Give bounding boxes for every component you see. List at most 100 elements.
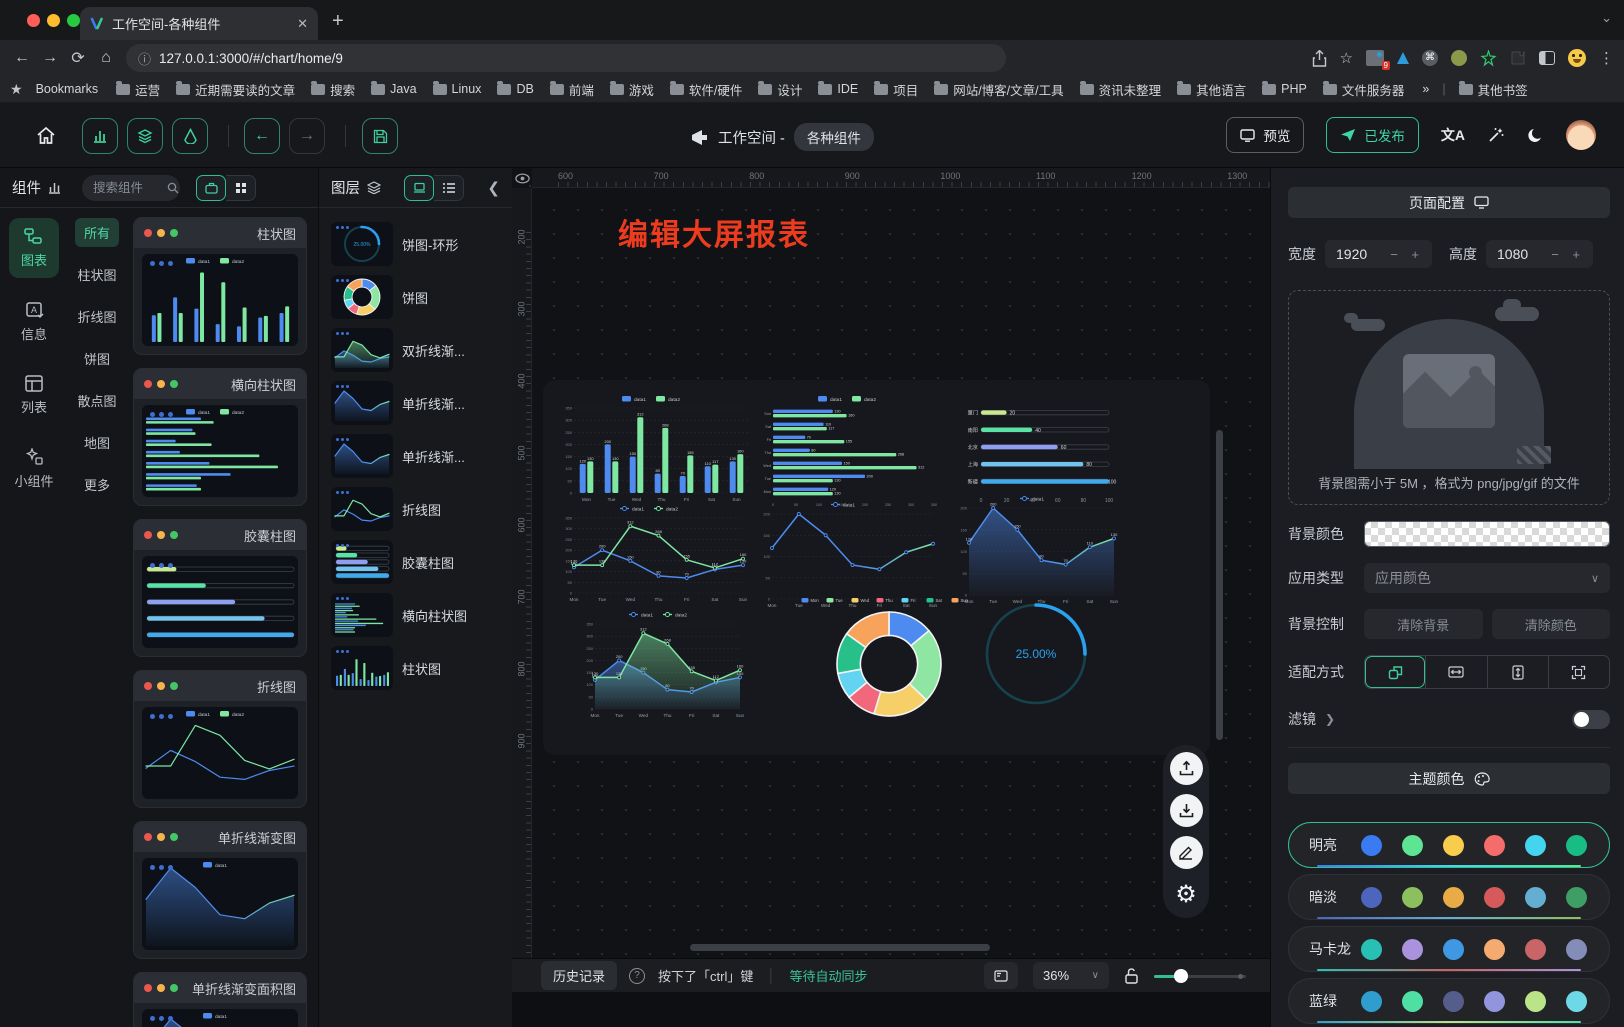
extension-green-icon[interactable] [1451,50,1467,66]
component-card[interactable]: 折线图data1data2 [134,671,306,807]
filter-item[interactable]: 柱状图 [68,260,125,289]
redo-button[interactable]: → [289,118,325,154]
theme-row-1[interactable]: 明亮 [1288,822,1610,868]
filter-item[interactable]: 地图 [75,428,119,457]
layer-item[interactable]: 25.00%饼图-环形 [331,222,504,266]
bookmark-folder[interactable]: 搜索 [304,78,362,101]
theme-color-dot[interactable] [1402,991,1423,1012]
canvas-chart-ring[interactable]: 25.00% [979,594,1093,714]
bookmark-folder[interactable]: 网站/博客/文章/工具 [927,78,1070,101]
stepper-buttons[interactable]: − + [1390,247,1424,262]
app-type-select[interactable]: 应用颜色∨ [1364,563,1610,593]
bookmark-folder[interactable]: 软件/硬件 [663,78,749,101]
extension-tabs-icon[interactable]: 9 [1366,50,1384,66]
height-input[interactable]: 1080− + [1486,240,1593,268]
chevron-right-icon[interactable]: ❯ [1325,712,1335,726]
layer-item[interactable]: 横向柱状图 [331,593,504,637]
magic-wand-icon[interactable] [1487,126,1505,144]
filter-item[interactable]: 饼图 [75,344,119,373]
save-button[interactable] [362,118,398,154]
component-card[interactable]: 横向柱状图data1data2 [134,369,306,505]
theme-row-3[interactable]: 马卡龙 [1288,926,1610,972]
zoom-select[interactable]: 36%∨ [1033,962,1109,989]
bookmark-folder[interactable]: Java [364,80,423,98]
fit-height-button[interactable] [1487,656,1548,688]
browser-tab[interactable]: 工作空间-各种组件 ✕ [80,7,318,40]
clear-background-button[interactable]: 清除背景 [1364,609,1483,639]
fit-width-button[interactable] [1425,656,1486,688]
layer-item[interactable]: 胶囊柱图 [331,540,504,584]
filter-item[interactable]: 所有 [75,218,119,247]
extension-star-icon[interactable] [1480,50,1497,67]
theme-color-dot[interactable] [1484,835,1505,856]
bg-color-picker[interactable] [1364,521,1610,547]
tab-close-icon[interactable]: ✕ [297,16,308,32]
canvas-chart-hbar[interactable]: data1data2050100150200250300350Mon120130… [758,392,946,508]
layer-item[interactable]: 饼图 [331,275,504,319]
sidebar-category-3[interactable]: 列表 [9,366,59,425]
toggle-rulers-eye-icon[interactable] [514,170,531,187]
theme-color-dot[interactable] [1566,835,1587,856]
canvas-vertical-scrollbar[interactable] [1216,430,1223,740]
window-close-button[interactable] [27,14,40,27]
theme-color-dot[interactable] [1566,887,1587,908]
upload-button[interactable] [1170,752,1203,785]
theme-color-dot[interactable] [1402,835,1423,856]
fit-scale-button[interactable] [1365,656,1425,688]
component-card[interactable]: 单折线渐变图data1 [134,822,306,958]
bookmark-folder[interactable]: 游戏 [603,78,661,101]
theme-color-dot[interactable] [1361,991,1382,1012]
filter-toggle[interactable] [1572,710,1610,729]
lock-icon[interactable] [1124,967,1139,984]
theme-row-4[interactable]: 蓝绿 [1288,978,1610,1024]
history-panel-button[interactable] [984,962,1018,989]
theme-color-dot[interactable] [1443,835,1464,856]
theme-row-2[interactable]: 暗淡 [1288,874,1610,920]
extension-cmd-icon[interactable]: ⌘ [1422,50,1438,66]
tab-search-icon[interactable]: ⌄ [1601,10,1612,26]
bookmarks-star-icon[interactable]: ★ [10,81,23,98]
window-zoom-button[interactable] [67,14,80,27]
bookmark-folder[interactable]: 设计 [751,78,809,101]
theme-color-dot[interactable] [1525,835,1546,856]
extension-kite-icon[interactable] [1397,52,1409,64]
theme-color-dot[interactable] [1525,991,1546,1012]
bookmark-folder[interactable]: 前端 [543,78,601,101]
single-view-toggle[interactable] [196,175,226,201]
user-avatar[interactable] [1566,120,1596,150]
theme-color-dot[interactable] [1566,939,1587,960]
theme-color-dot[interactable] [1566,991,1587,1012]
canvas-chart-line[interactable]: 050100150200250300350MonTueWedThuFriSatS… [560,502,748,604]
slider-thumb[interactable] [1174,969,1188,983]
browser-forward-icon[interactable]: → [36,49,64,67]
canvas-chart-capsule[interactable]: 厦门20南阳40北京60上海80新疆100020406080100 [961,396,1117,504]
home-icon[interactable] [36,126,56,145]
theme-color-dot[interactable] [1361,939,1382,960]
zoom-slider[interactable] [1154,969,1246,983]
canvas-chart-gradient-area[interactable]: 050100150200250300350MonTueWedThuFriSatS… [581,608,745,720]
theme-color-dot[interactable] [1402,887,1423,908]
sidebar-category-1[interactable]: 图表 [9,218,59,278]
theme-color-dot[interactable] [1525,939,1546,960]
bookmark-folder[interactable]: 文件服务器 [1316,78,1412,101]
layer-list-view-toggle[interactable] [434,175,464,201]
workspace-name-pill[interactable]: 各种组件 [794,123,874,151]
bookmarks-label[interactable]: Bookmarks [29,80,106,98]
share-icon[interactable] [1312,50,1327,67]
address-bar[interactable]: ⓘ 127.0.0.1:3000/#/chart/home/9 [126,44,1006,72]
settings-button[interactable]: ⚙ [1170,878,1203,911]
canvas-chart-bar[interactable]: 050100150200250300350data1data2MonTueWed… [560,392,752,504]
bookmark-folder[interactable]: IDE [811,80,865,98]
fit-stretch-button[interactable] [1548,656,1609,688]
layer-item[interactable]: 单折线渐... [331,434,504,478]
theme-color-dot[interactable] [1525,887,1546,908]
profile-avatar[interactable] [1568,49,1586,67]
dashboard-title-text[interactable]: 编辑大屏报表 [618,210,810,254]
background-upload-dropzone[interactable]: 背景图需小于 5M ，格式为 png/jpg/gif 的文件 [1288,290,1610,505]
theme-color-dot[interactable] [1443,939,1464,960]
publish-button[interactable]: 已发布 [1326,117,1419,153]
sidebar-category-4[interactable]: 小组件 [9,439,59,499]
browser-menu-icon[interactable]: ⋮ [1599,49,1614,67]
download-button[interactable] [1170,794,1203,827]
detail-tool-button[interactable] [172,118,208,154]
